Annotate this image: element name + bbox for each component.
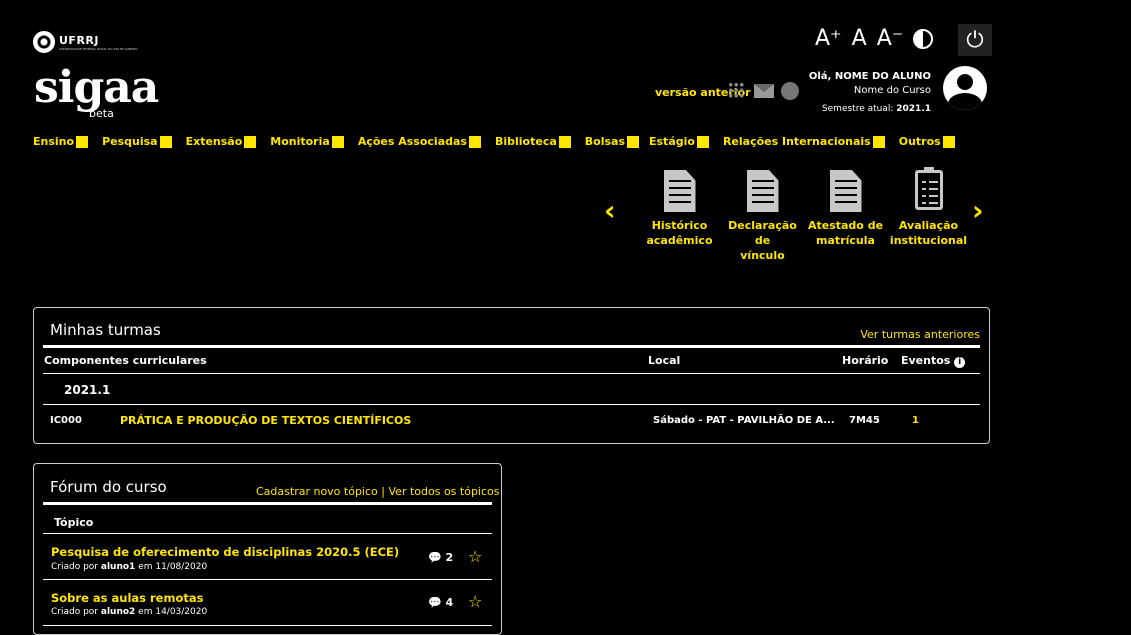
font-increase-button[interactable]: A⁺ xyxy=(815,26,842,51)
cadastrar-topico-link[interactable]: Cadastrar novo tópico xyxy=(256,485,378,498)
font-decrease-button[interactable]: A⁻ xyxy=(877,26,904,51)
ver-todos-topicos-link[interactable]: Ver todos os tópicos xyxy=(389,485,500,498)
topic-title-link[interactable]: Sobre as aulas remotas xyxy=(51,591,203,605)
power-icon[interactable]: ⏻ xyxy=(958,24,992,56)
menu-pesquisa[interactable]: Pesquisa xyxy=(102,135,172,148)
topic-meta: Criado por aluno2 em 14/03/2020 xyxy=(51,607,208,617)
avatar[interactable] xyxy=(943,66,987,110)
accessibility-controls: A⁺ A A⁻ xyxy=(815,26,934,51)
topic-meta: Criado por aluno1 em 11/08/2020 xyxy=(51,562,208,572)
shortcut-historico[interactable]: Histórico acadêmico xyxy=(638,170,721,263)
document-icon xyxy=(829,170,862,212)
course-eventos-link[interactable]: 1 xyxy=(912,415,919,426)
font-normal-button[interactable]: A xyxy=(852,26,867,51)
col-componentes: Componentes curriculares xyxy=(44,354,207,367)
ufrrj-name: UFRRJ xyxy=(59,33,99,47)
menu-monitoria[interactable]: Monitoria xyxy=(270,135,344,148)
col-local: Local xyxy=(648,354,681,367)
star-icon[interactable]: ☆ xyxy=(468,547,482,566)
topic-replies: 💬 2 xyxy=(428,551,454,564)
star-icon[interactable]: ☆ xyxy=(468,592,482,611)
menu-relacoes-internacionais[interactable]: Relações Internacionais xyxy=(723,135,885,148)
menu-acoes-associadas[interactable]: Ações Associadas xyxy=(358,135,481,148)
contrast-icon[interactable] xyxy=(913,28,934,49)
menu-bolsas[interactable]: Bolsas xyxy=(585,135,639,148)
carousel-next-icon[interactable]: › xyxy=(972,194,984,227)
period-label: 2021.1 xyxy=(64,383,111,397)
menu-extensao[interactable]: Extensão xyxy=(186,135,257,148)
course-name-link[interactable]: PRÁTICA E PRODUÇÃO DE TEXTOS CIENTÍFICOS xyxy=(120,414,411,427)
user-greeting: Olá, NOME DO ALUNO xyxy=(808,71,931,82)
menu-biblioteca[interactable]: Biblioteca xyxy=(495,135,571,148)
course-horario: 7M45 xyxy=(849,415,880,426)
forum-links: Cadastrar novo tópico | Ver todos os tóp… xyxy=(256,485,500,498)
turmas-title: Minhas turmas xyxy=(50,321,161,339)
ver-turmas-anteriores-link[interactable]: Ver turmas anteriores xyxy=(860,328,980,341)
user-info: Olá, NOME DO ALUNO Nome do Curso Semestr… xyxy=(809,70,931,116)
document-icon xyxy=(746,170,779,212)
col-eventos: Eventos i xyxy=(901,354,966,368)
topic-title-link[interactable]: Pesquisa de oferecimento de disciplinas … xyxy=(51,545,399,559)
divider xyxy=(43,579,492,580)
ufrrj-logo: UFRRJ UNIVERSIDADE FEDERAL RURAL DO RIO … xyxy=(33,31,137,53)
course-name: Nome do Curso xyxy=(853,85,931,96)
forum-panel: Fórum do curso Cadastrar novo tópico | V… xyxy=(33,463,502,635)
menu-ensino[interactable]: Ensino xyxy=(33,135,89,148)
beta-label: beta xyxy=(89,107,114,120)
menu-estagio[interactable]: Estágio xyxy=(649,135,709,148)
shortcut-declaracao[interactable]: Declaração de vínculo xyxy=(721,170,804,263)
carousel-prev-icon[interactable]: ‹ xyxy=(604,194,616,227)
info-icon[interactable]: i xyxy=(954,357,966,368)
divider xyxy=(43,404,980,405)
main-menu: Ensino Pesquisa Extensão Monitoria Ações… xyxy=(33,135,955,148)
globe-icon[interactable] xyxy=(781,82,799,100)
semester: Semestre atual: 2021.1 xyxy=(821,104,931,114)
shortcut-avaliacao[interactable]: Avaliação institucional xyxy=(887,167,970,263)
col-horario: Horário xyxy=(842,354,889,367)
divider xyxy=(43,345,980,348)
forum-title: Fórum do curso xyxy=(50,478,167,496)
col-topico: Tópico xyxy=(54,516,94,529)
shortcut-atestado[interactable]: Atestado de matrícula xyxy=(804,170,887,263)
divider xyxy=(43,373,980,374)
menu-outros[interactable]: Outros xyxy=(899,135,955,148)
mail-icon[interactable] xyxy=(754,84,774,98)
divider xyxy=(43,625,492,626)
apps-grid-icon[interactable] xyxy=(728,82,744,98)
course-local: Sábado - PAT - PAVILHÃO DE A... xyxy=(653,415,835,426)
separator: | xyxy=(381,485,385,498)
divider xyxy=(43,533,492,534)
sigaa-logo[interactable]: sigaa xyxy=(34,66,159,110)
course-code: IC000 xyxy=(50,415,82,426)
minhas-turmas-panel: Minhas turmas Ver turmas anteriores Comp… xyxy=(33,307,990,444)
clipboard-icon xyxy=(914,167,943,210)
document-icon xyxy=(663,170,696,212)
ufrrj-subtitle: UNIVERSIDADE FEDERAL RURAL DO RIO DE JAN… xyxy=(59,46,138,51)
topic-replies: 💬 4 xyxy=(428,596,454,609)
ufrrj-seal-icon xyxy=(33,31,55,53)
shortcuts-carousel: Histórico acadêmico Declaração de vínculo … xyxy=(638,167,970,263)
divider xyxy=(43,502,492,505)
